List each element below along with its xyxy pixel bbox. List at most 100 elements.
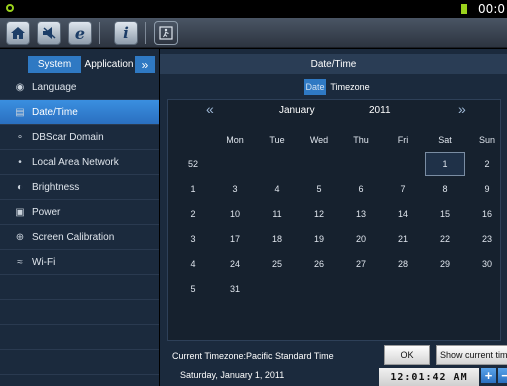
calendar-day[interactable]: 27 — [341, 252, 381, 276]
settings-menu: ◉ Language ▤ Date/Time ∘ DBScar Domain •… — [0, 75, 159, 375]
increment-time-button[interactable]: + — [481, 368, 496, 383]
empty-menu-row — [0, 325, 159, 350]
calendar-day[interactable]: 15 — [425, 202, 465, 226]
calendar-day[interactable]: 17 — [215, 227, 255, 251]
calendar-day[interactable]: 14 — [383, 202, 423, 226]
calendar-day[interactable]: 2 — [467, 152, 507, 176]
calendar-day[interactable]: 19 — [299, 227, 339, 251]
week-number: 52 — [187, 159, 198, 169]
calendar-day[interactable]: 21 — [383, 227, 423, 251]
lan-icon: • — [18, 156, 22, 168]
tab-application[interactable]: Application — [84, 56, 134, 73]
calendar-header: « January 2011 » — [168, 100, 500, 120]
calendar-day[interactable]: 24 — [215, 252, 255, 276]
weekday-header: Sat — [438, 135, 452, 145]
calendar-day[interactable]: 16 — [467, 202, 507, 226]
date-time-panel: Date/Time Date Timezone « January 2011 »… — [160, 49, 507, 386]
status-clock: 00:0 — [478, 2, 505, 16]
week-number: 2 — [190, 209, 196, 219]
calendar-day[interactable]: 7 — [383, 177, 423, 201]
calendar-day[interactable]: 30 — [467, 252, 507, 276]
sidebar-item-label: Screen Calibration — [32, 231, 115, 243]
current-timezone-label: Current Timezone:Pacific Standard Time — [172, 351, 334, 361]
empty-menu-row — [0, 350, 159, 375]
calendar-year[interactable]: 2011 — [369, 105, 391, 116]
calendar: « January 2011 » Mon Tue Wed Thu Fri Sat Sun 52… — [167, 99, 507, 386]
segment-date[interactable]: Date — [304, 79, 326, 95]
sidebar-item-label: Local Area Network — [32, 156, 119, 168]
empty-menu-row — [0, 300, 159, 325]
toolbar-divider — [99, 22, 100, 44]
wifi-icon: ≈ — [17, 256, 23, 268]
category-tabs: System Application » — [0, 54, 159, 74]
calendar-day[interactable]: 1 — [425, 152, 465, 176]
sidebar-item-date-time[interactable]: ▤ Date/Time — [0, 100, 159, 125]
calendar-day[interactable]: 9 — [467, 177, 507, 201]
weekday-header: Wed — [309, 135, 329, 145]
toolbar: e i — [0, 18, 507, 48]
battery-icon — [461, 4, 467, 14]
calendar-day[interactable]: 12 — [299, 202, 339, 226]
calendar-day[interactable]: 26 — [299, 252, 339, 276]
sidebar-item-dbscar-domain[interactable]: ∘ DBScar Domain — [0, 125, 159, 150]
calendar-day[interactable]: 23 — [467, 227, 507, 251]
decrement-time-button[interactable]: − — [498, 368, 507, 383]
tab-system[interactable]: System — [28, 56, 81, 73]
brightness-icon: ◐ — [16, 181, 24, 193]
calendar-day[interactable]: 4 — [257, 177, 297, 201]
calendar-day[interactable]: 20 — [341, 227, 381, 251]
more-tabs-icon[interactable]: » — [135, 56, 155, 73]
sidebar-item-wi-fi[interactable]: ≈ Wi-Fi — [0, 250, 159, 275]
calendar-day[interactable]: 29 — [425, 252, 465, 276]
weekday-header: Tue — [269, 135, 285, 145]
weekday-header: Fri — [397, 135, 409, 145]
toolbar-divider — [145, 22, 146, 44]
next-month-icon[interactable]: » — [458, 101, 466, 117]
mute-icon[interactable] — [37, 21, 61, 45]
time-field[interactable]: 12:01:42 AM — [379, 368, 479, 386]
week-number: 5 — [190, 284, 196, 294]
calendar-day[interactable]: 18 — [257, 227, 297, 251]
empty-menu-row — [0, 275, 159, 300]
calendar-day[interactable]: 6 — [341, 177, 381, 201]
status-bar: 00:0 — [0, 0, 507, 18]
info-icon[interactable]: i — [114, 21, 138, 45]
calendar-icon: ▤ — [15, 106, 25, 118]
week-number: 3 — [190, 234, 196, 244]
calendar-day[interactable]: 22 — [425, 227, 465, 251]
calendar-day[interactable]: 10 — [215, 202, 255, 226]
calendar-day[interactable]: 25 — [257, 252, 297, 276]
browser-icon[interactable]: e — [68, 21, 92, 45]
sidebar-item-power[interactable]: ▣ Power — [0, 200, 159, 225]
weekday-header: Thu — [353, 135, 369, 145]
calendar-day[interactable]: 5 — [299, 177, 339, 201]
calendar-month[interactable]: January — [279, 105, 315, 116]
globe-icon: ◉ — [15, 81, 25, 93]
show-current-time-button[interactable]: Show current time — [436, 345, 507, 365]
sidebar-item-label: Language — [32, 81, 77, 93]
prev-month-icon[interactable]: « — [206, 101, 214, 117]
sidebar-item-label: Wi-Fi — [32, 256, 56, 268]
sidebar-item-brightness[interactable]: ◐ Brightness — [0, 175, 159, 200]
segment-timezone[interactable]: Timezone — [328, 79, 372, 95]
sidebar-item-label: Brightness — [32, 181, 80, 193]
week-number: 4 — [190, 259, 196, 269]
settings-sidebar: System Application » ◉ Language ▤ Date/T… — [0, 49, 159, 386]
power-icon: ▣ — [15, 206, 25, 218]
home-icon[interactable] — [6, 21, 30, 45]
sidebar-item-screen-calibration[interactable]: ⊕ Screen Calibration — [0, 225, 159, 250]
panel-title: Date/Time — [160, 54, 507, 74]
calendar-day[interactable]: 13 — [341, 202, 381, 226]
calendar-day[interactable]: 31 — [215, 277, 255, 301]
calendar-day[interactable]: 11 — [257, 202, 297, 226]
sidebar-item-language[interactable]: ◉ Language — [0, 75, 159, 100]
selected-date-text: Saturday, January 1, 2011 — [180, 370, 285, 380]
calendar-day[interactable]: 3 — [215, 177, 255, 201]
calendar-day[interactable]: 28 — [383, 252, 423, 276]
weekday-header: Mon — [226, 135, 244, 145]
calendar-day[interactable]: 8 — [425, 177, 465, 201]
exit-icon[interactable] — [154, 21, 178, 45]
week-number: 1 — [190, 184, 196, 194]
ok-button[interactable]: OK — [384, 345, 430, 365]
sidebar-item-local-area-network[interactable]: • Local Area Network — [0, 150, 159, 175]
